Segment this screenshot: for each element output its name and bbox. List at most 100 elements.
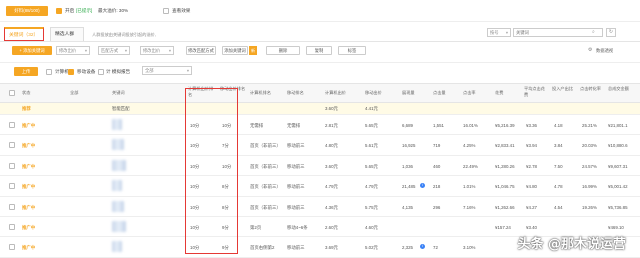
header-total-amount[interactable]: 总成交金额	[608, 86, 636, 92]
modify-match-button[interactable]: 修改匹配方式	[186, 46, 216, 55]
cell-pc-match: 首页（非前三）	[250, 204, 281, 210]
cell-pc-bid: 4.80元	[325, 143, 338, 149]
cell-pc-match: 首页（非前三）	[250, 184, 281, 190]
label-button[interactable]: 标签	[338, 46, 366, 55]
info-icon[interactable]: i	[420, 244, 425, 250]
header-status[interactable]: 状态	[22, 90, 30, 96]
cell-pc-bid: 2.60元	[325, 225, 338, 230]
search-scope-select[interactable]: 按号	[487, 28, 511, 37]
period-select[interactable]: 全部	[142, 66, 192, 75]
keyword-redacted	[112, 241, 122, 253]
table-row[interactable]: 推广中 10分 8分 首页（非前三） 移动前三 4.36元 5.75元 4,135 296 7.1…	[0, 197, 640, 217]
summary-match: 智能匹配	[112, 106, 130, 111]
cell-pc-bid: 3.60元	[325, 163, 338, 169]
keyword-redacted	[112, 139, 124, 151]
cell-ctr: 22.49%	[463, 163, 478, 169]
enable-checkbox[interactable]	[56, 8, 62, 14]
cell-roi: 3.84	[554, 143, 563, 149]
cell-avg-cpc: ¥4.27	[526, 204, 537, 210]
row-status: 推广中	[22, 163, 36, 169]
cell-impressions: 6,689	[402, 123, 413, 128]
tab-hint: 人群投放由关键词投放引起的溢价,	[92, 32, 156, 37]
cell-mobile-bid: 5.65元	[365, 123, 378, 128]
row-checkbox[interactable]	[9, 224, 15, 230]
header-avg-cpc[interactable]: 平均点击花费	[524, 86, 546, 97]
info-icon[interactable]: i	[420, 183, 425, 189]
select-all-checkbox[interactable]	[9, 90, 15, 96]
mobile-checkbox[interactable]	[68, 69, 74, 75]
cell-impressions: 2,325	[402, 245, 413, 251]
effect-checkbox[interactable]	[163, 8, 169, 14]
upload-button[interactable]: 上传	[14, 67, 38, 76]
tab-selected-crowd[interactable]: 精选人群	[50, 27, 84, 41]
add-keyword-button[interactable]: + 添加关键词	[12, 46, 52, 55]
cell-ctr: 16.01%	[463, 123, 478, 128]
search-icon[interactable]: ⌕	[592, 29, 595, 35]
row-status: 推广中	[22, 245, 36, 251]
delete-button[interactable]: 删除	[266, 46, 300, 55]
match-type-select[interactable]: 匹配方式	[98, 46, 130, 55]
header-clicks[interactable]: 点击量	[433, 90, 446, 96]
cell-clicks: 719	[433, 143, 441, 149]
header-keyword[interactable]: 关键词	[112, 90, 125, 96]
cell-impressions: 21,485	[402, 184, 416, 190]
table-row[interactable]: 推广中 10分 7分 首页（非前三） 移动前三 4.80元 5.61元 16,925 719 4.…	[0, 135, 640, 156]
cell-cost: ¥2,833.41	[495, 143, 515, 149]
table-row[interactable]: 推广中 10分 8分 首页（非前三） 移动前三 4.79元 4.79元 21,485 218 1.…	[0, 176, 640, 197]
cell-roi: 7.50	[554, 163, 563, 169]
bid-select-2[interactable]: 修改出价	[140, 46, 174, 55]
cell-pc-match: 首页（非前三）	[250, 163, 281, 169]
report-checkbox[interactable]	[98, 69, 104, 75]
row-checkbox[interactable]	[9, 122, 15, 128]
effect-label[interactable]: 查看效果	[172, 8, 190, 14]
header-roi[interactable]: 投入产出比	[552, 86, 574, 92]
cell-ctr: 3.10%	[463, 245, 476, 251]
tab-keywords[interactable]: 关键词（32）	[4, 27, 44, 41]
header-all[interactable]: 全部	[70, 90, 78, 96]
cell-cost: ¥1,280.26	[495, 163, 515, 169]
data-pivot-label[interactable]: 数据透视	[596, 48, 613, 54]
row-checkbox[interactable]	[9, 244, 15, 251]
cell-conv-rate: 20.03%	[582, 143, 597, 149]
cell-ctr: 4.25%	[463, 143, 476, 149]
header-mobile-match[interactable]: 移动排名	[287, 90, 304, 96]
cell-pc-bid: 4.79元	[325, 184, 338, 190]
top-bar: 好料(88/100) 开启 [已提示] 最大溢价: 30% 查看效果	[0, 0, 640, 22]
header-conv-rate[interactable]: 点击转化率	[580, 86, 602, 92]
header-pc-bid[interactable]: 计算机出价	[325, 90, 346, 96]
row-checkbox[interactable]	[9, 162, 15, 169]
add-keyword-secondary-button[interactable]: 添加关键词	[222, 46, 248, 55]
keyword-search-input[interactable]	[513, 28, 603, 37]
copy-button[interactable]: 复制	[306, 46, 332, 55]
row-checkbox[interactable]	[9, 142, 15, 149]
cell-clicks: 296	[433, 204, 441, 210]
header-pc-match[interactable]: 计算机排名	[250, 90, 271, 96]
row-checkbox[interactable]	[9, 183, 15, 190]
gear-icon[interactable]: ⚙	[588, 47, 592, 53]
header-impressions[interactable]: 展现量	[402, 90, 415, 96]
enable-label: 开启	[65, 8, 75, 13]
row-checkbox[interactable]	[9, 203, 15, 210]
cell-total-amount: ¥469.10	[608, 225, 624, 230]
cell-pc-bid: 2.81元	[325, 123, 338, 128]
cell-mobile-bid: 5.65元	[365, 163, 378, 169]
header-cost[interactable]: 花费	[495, 90, 503, 96]
header-ctr[interactable]: 点击率	[463, 90, 476, 96]
cell-mobile-match: 移动4~6条	[287, 225, 308, 230]
quality-badge[interactable]: 好料(88/100)	[6, 6, 48, 16]
cell-mobile-match: 无需排	[287, 123, 301, 128]
cell-total-amount: ¥5,001.42	[608, 184, 628, 190]
cell-mobile-match: 移动前三	[287, 143, 305, 149]
computer-checkbox[interactable]	[46, 69, 52, 75]
table-row[interactable]: 推广中 10分 10分 无需排 无需排 2.81元 5.65元 6,689 1,551 16.01…	[0, 115, 640, 136]
summary-mobile-bid: 4.41元	[365, 106, 378, 111]
keyword-redacted	[112, 159, 126, 171]
filter-bar: 上传 计算机 移动设备 计 模拟报告 全部	[0, 62, 640, 76]
header-mobile-bid[interactable]: 移动出价	[365, 90, 382, 96]
reset-icon[interactable]: ↻	[606, 28, 616, 37]
table-row[interactable]: 推广中 10分 10分 首页（非前三） 移动前三 3.60元 5.65元 1,036 460 22…	[0, 156, 640, 177]
bid-select-1[interactable]: 修改出价	[56, 46, 90, 55]
keyword-redacted	[112, 119, 122, 130]
cell-clicks: 218	[433, 184, 441, 190]
cell-roi: 4.54	[554, 204, 563, 210]
